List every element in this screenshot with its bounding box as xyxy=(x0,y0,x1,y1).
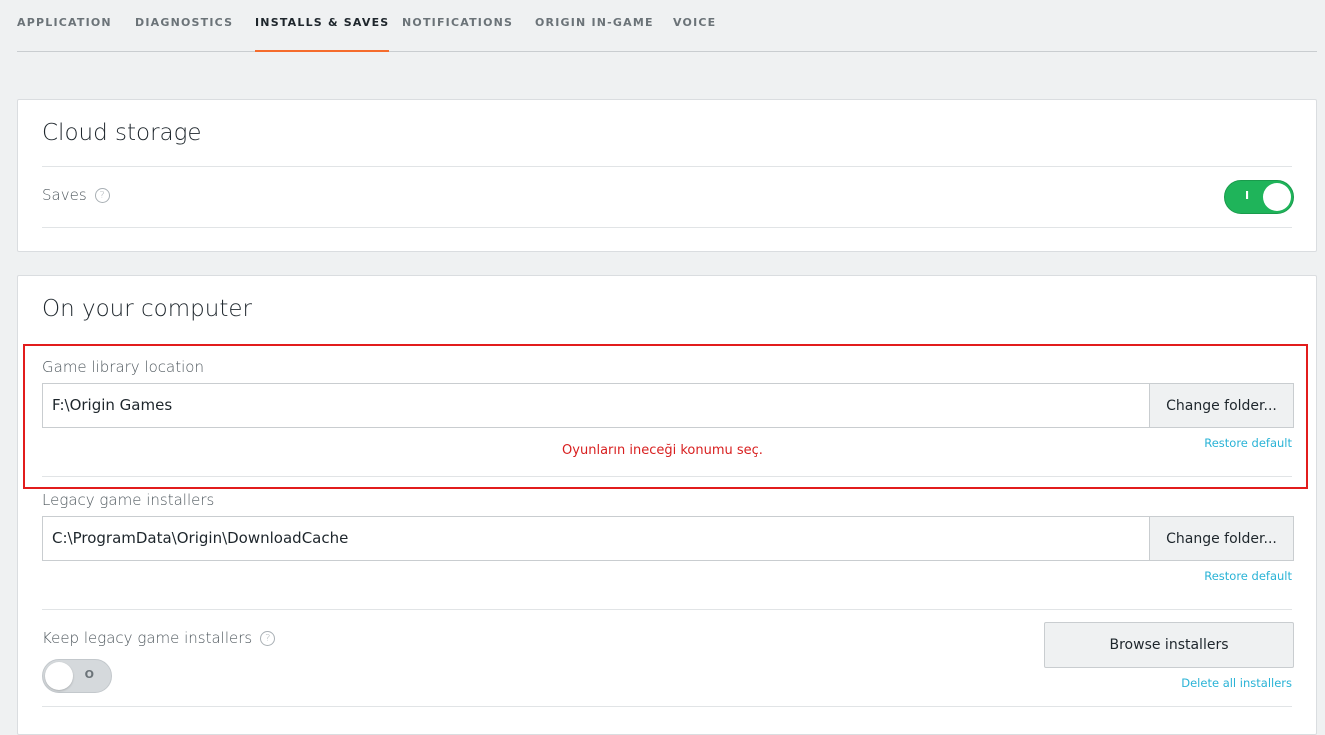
help-icon[interactable]: ? xyxy=(94,187,110,203)
legacy-installers-restore-default-link[interactable]: Restore default xyxy=(1204,569,1292,583)
divider xyxy=(42,227,1292,228)
browse-installers-button[interactable]: Browse installers xyxy=(1044,622,1294,668)
tab-application[interactable]: APPLICATION xyxy=(17,16,112,52)
tab-origin-in-game[interactable]: ORIGIN IN-GAME xyxy=(535,16,654,52)
divider xyxy=(42,166,1292,167)
legacy-installers-label: Legacy game installers xyxy=(42,491,215,509)
divider xyxy=(42,609,1292,610)
toggle-knob xyxy=(45,662,73,690)
divider xyxy=(42,706,1292,707)
saves-toggle[interactable]: I xyxy=(1224,180,1294,214)
tab-installs-saves[interactable]: INSTALLS & SAVES xyxy=(255,16,390,52)
saves-label: Saves xyxy=(42,186,87,204)
keep-legacy-label-row: Keep legacy game installers ? xyxy=(42,629,276,647)
on-your-computer-title: On your computer xyxy=(42,296,252,322)
saves-label-row: Saves ? xyxy=(42,186,110,204)
legacy-installers-change-folder-button[interactable]: Change folder... xyxy=(1149,516,1294,561)
cloud-storage-card: Cloud storage Saves ? I xyxy=(17,99,1317,252)
cloud-storage-title: Cloud storage xyxy=(42,120,202,146)
toggle-on-mark: I xyxy=(1245,189,1250,202)
tab-notifications[interactable]: NOTIFICATIONS xyxy=(402,16,513,52)
tab-voice[interactable]: VOICE xyxy=(673,16,716,52)
annotation-highlight-box xyxy=(23,344,1308,489)
keep-legacy-toggle[interactable]: O xyxy=(42,659,112,693)
help-icon[interactable]: ? xyxy=(260,630,276,646)
delete-all-installers-link[interactable]: Delete all installers xyxy=(1181,676,1292,690)
legacy-installers-path-field[interactable]: C:\ProgramData\Origin\DownloadCache xyxy=(42,516,1150,561)
toggle-knob xyxy=(1263,183,1291,211)
keep-legacy-label: Keep legacy game installers xyxy=(42,629,253,647)
settings-tab-bar: APPLICATION DIAGNOSTICS INSTALLS & SAVES… xyxy=(17,0,1317,52)
annotation-text: Oyunların ineceği konumu seç. xyxy=(562,443,763,458)
toggle-off-mark: O xyxy=(84,668,94,681)
tab-diagnostics[interactable]: DIAGNOSTICS xyxy=(135,16,233,52)
